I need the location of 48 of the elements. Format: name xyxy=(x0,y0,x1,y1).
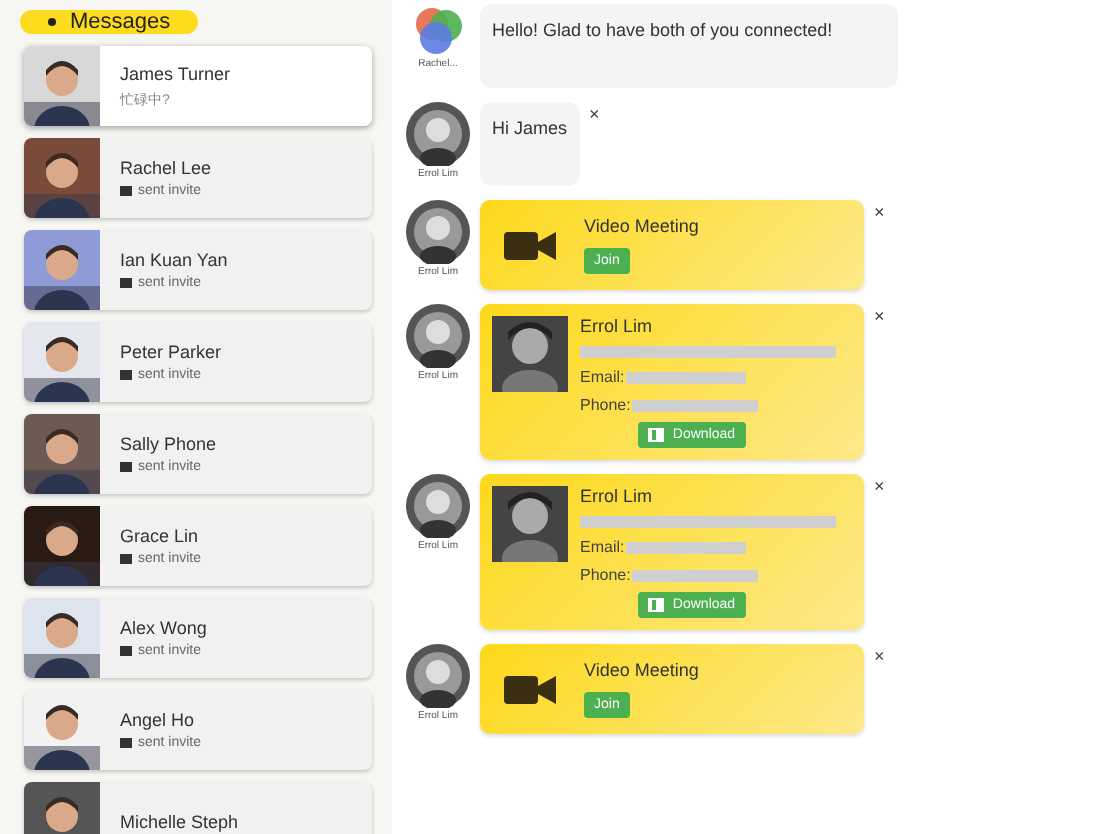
email-label: Email: xyxy=(580,538,625,556)
contact-card-icon xyxy=(648,598,665,612)
message-bubble: Hi James xyxy=(480,102,580,186)
redacted-bar xyxy=(626,541,747,553)
contact-name: Errol Lim xyxy=(580,486,655,506)
contact-name: Ian Kuan Yan xyxy=(120,250,228,270)
message-bubble: Hello! Glad to have both of you connected! xyxy=(480,4,898,88)
contact-name: Angel Ho xyxy=(120,710,197,730)
redacted-bar xyxy=(632,569,759,581)
video-icon xyxy=(120,462,132,472)
video-icon xyxy=(120,278,132,288)
avatar xyxy=(406,200,470,264)
video-icon xyxy=(120,370,132,380)
contact-name: James Turner xyxy=(120,63,231,83)
contact-name: Michelle Steph xyxy=(120,812,239,832)
contact-name: Peter Parker xyxy=(120,342,222,362)
avatar xyxy=(406,102,470,166)
redacted-bar xyxy=(626,371,747,383)
messages-button[interactable]: Messages xyxy=(20,10,199,34)
video-icon xyxy=(120,738,132,748)
card-title: Video Meeting xyxy=(584,660,699,680)
video-icon xyxy=(120,646,132,656)
contact-name: Rachel Lee xyxy=(120,158,212,178)
video-icon xyxy=(120,554,132,564)
dot-icon xyxy=(48,18,56,26)
contact-name: Errol Lim xyxy=(580,316,655,336)
contact-card-icon xyxy=(648,428,665,442)
contact-name: Sally Phone xyxy=(120,434,217,454)
contact-card[interactable]: Michelle Steph xyxy=(24,782,372,834)
phone-label: Phone: xyxy=(580,396,631,414)
contact-name: Alex Wong xyxy=(120,618,207,638)
avatar xyxy=(406,644,470,708)
video-icon xyxy=(120,186,132,196)
close-button[interactable]: × xyxy=(874,648,885,666)
email-label: Email: xyxy=(580,368,625,386)
close-button[interactable]: × xyxy=(874,308,885,326)
video-camera-icon xyxy=(504,671,556,707)
card-title: Video Meeting xyxy=(584,216,699,236)
logo-icon xyxy=(412,4,464,56)
close-button[interactable]: × xyxy=(589,106,600,124)
video-camera-icon xyxy=(504,227,556,263)
close-button[interactable]: × xyxy=(874,204,885,222)
phone-label: Phone: xyxy=(580,566,631,584)
avatar xyxy=(406,304,470,368)
close-button[interactable]: × xyxy=(874,478,885,496)
contact-name: Grace Lin xyxy=(120,526,201,546)
redacted-bar xyxy=(632,399,759,411)
avatar xyxy=(406,474,470,538)
